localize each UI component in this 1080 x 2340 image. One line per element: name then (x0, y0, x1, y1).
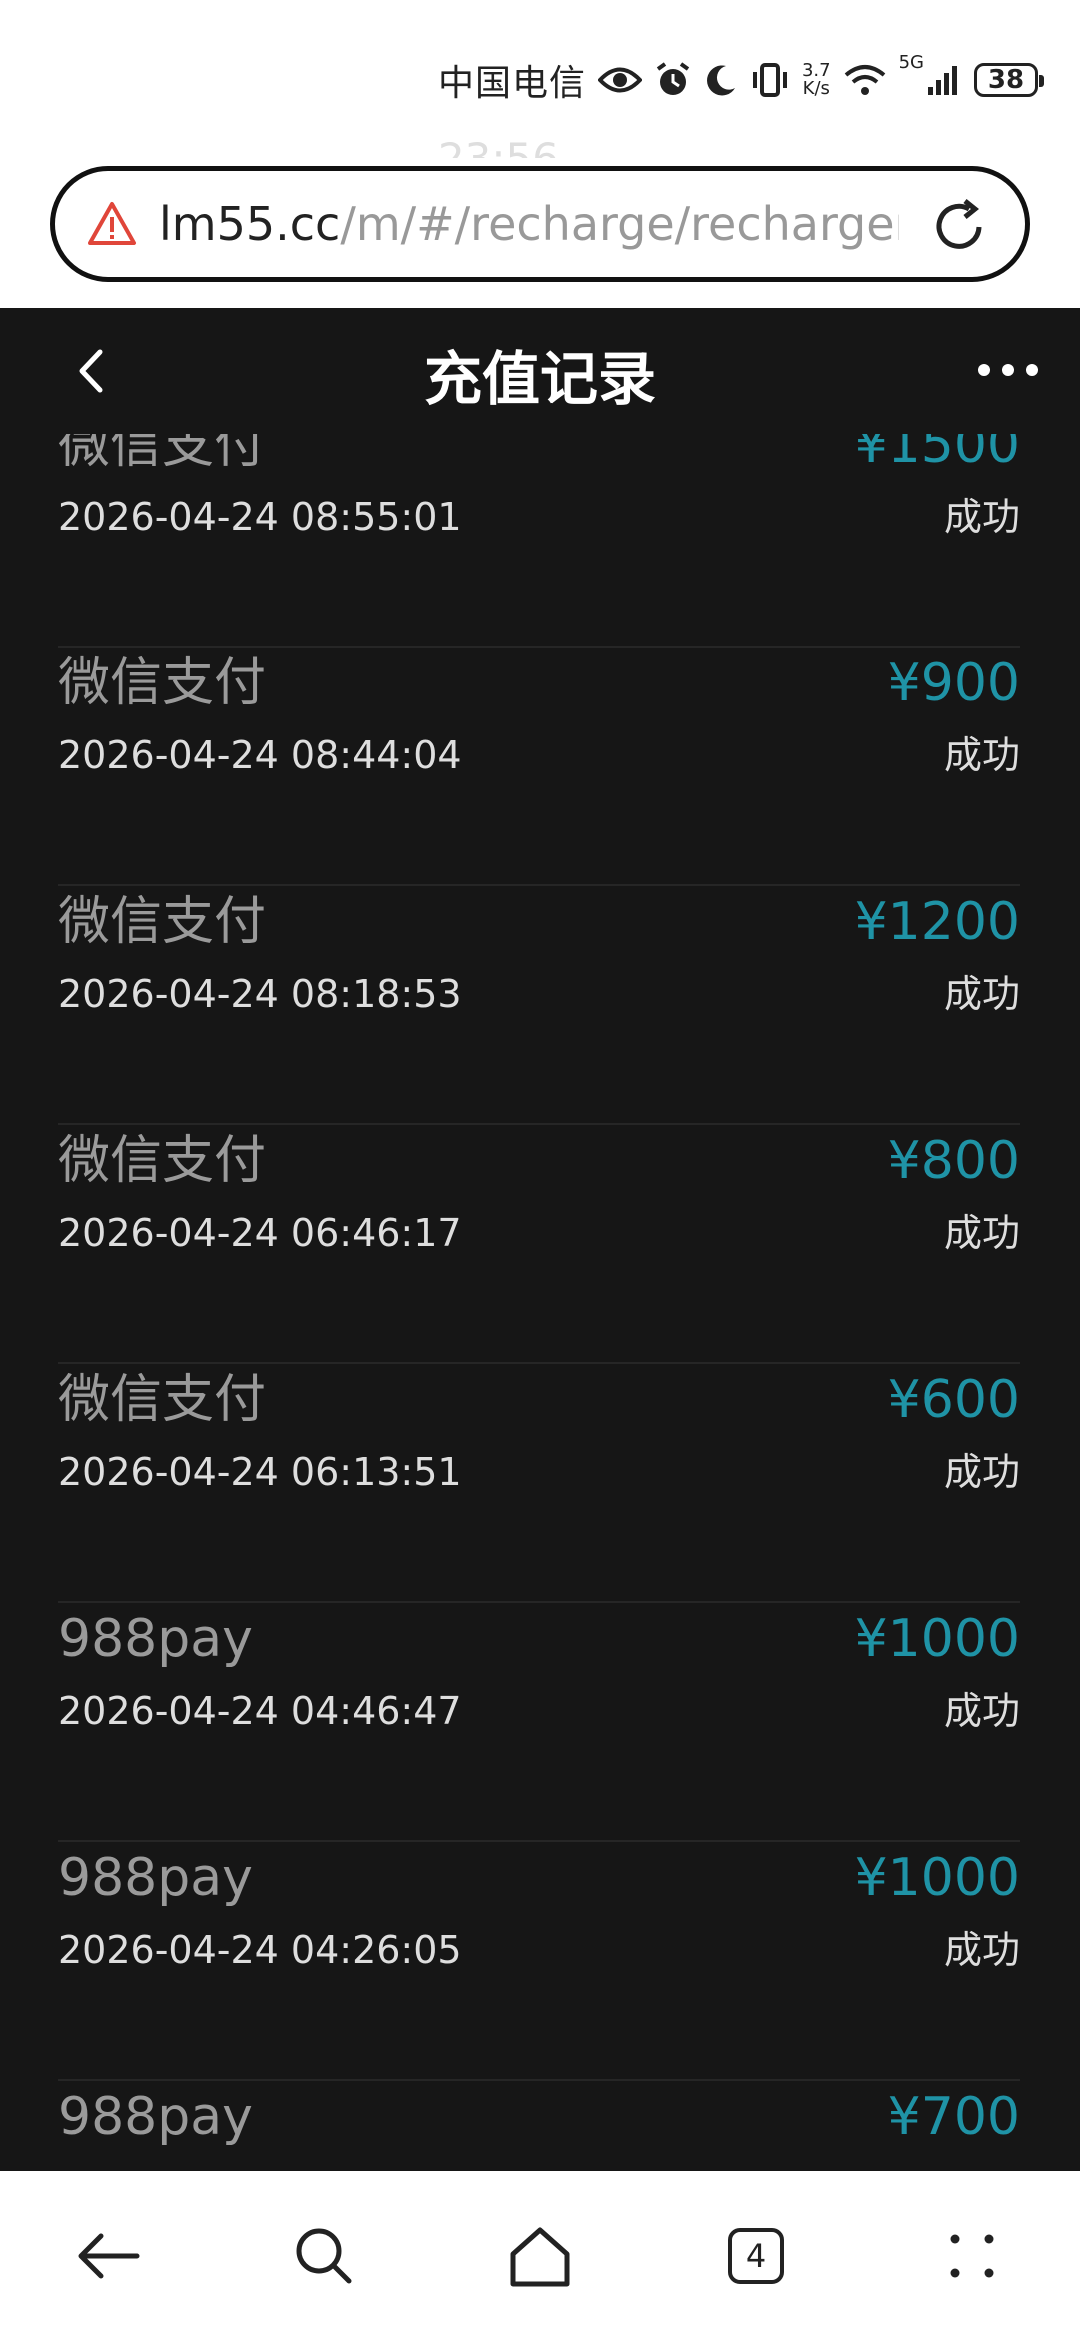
record-amount: ¥800 (887, 1131, 1020, 1191)
warning-icon[interactable] (87, 199, 137, 249)
eye-icon (597, 67, 642, 93)
browser-bottom-bar: 4 (0, 2171, 1080, 2340)
network-label: 5G (898, 52, 924, 73)
payment-method: 988pay (58, 1848, 253, 1908)
record-status: 成功 (943, 1689, 1020, 1733)
vibrate-icon (752, 63, 787, 97)
record-time: 2026-04-24 06:13:51 (58, 1450, 462, 1494)
wifi-icon (844, 65, 885, 95)
record-amount: ¥900 (887, 653, 1020, 713)
address-bar[interactable]: lm55.cc/m/#/recharge/rechargere (50, 166, 1030, 282)
record-amount: ¥700 (887, 2087, 1020, 2147)
record-row[interactable]: 微信支付 2026-04-24 06:13:51 ¥600 成功 (58, 1365, 1020, 1603)
record-time: 2026-04-24 08:55:01 (58, 495, 462, 539)
menu-button[interactable] (937, 2221, 1007, 2291)
more-icon[interactable] (976, 360, 1040, 380)
record-status: 成功 (943, 1211, 1020, 1255)
arrow-left-icon (78, 2233, 140, 2278)
signal-icon (928, 66, 957, 95)
payment-method: 988pay (58, 2087, 253, 2147)
browser-toolbar: lm55.cc/m/#/recharge/rechargere (0, 158, 1080, 308)
record-status: 成功 (943, 1450, 1020, 1494)
url-host: lm55.cc (159, 197, 341, 251)
record-time: 2026-04-24 04:26:05 (58, 1928, 462, 1972)
record-row[interactable]: 988pay 2026-04-24 04:26:05 ¥1000 成功 (58, 1843, 1020, 2081)
tabs-button[interactable]: 4 (721, 2221, 791, 2291)
status-indicators: 中国电信 23:56 3.7 K/s 5G (437, 52, 1044, 183)
search-icon (296, 2228, 352, 2283)
recharge-records-page: 充值记录 微信支付 2026-04-24 08:55:01 ¥1500 成功 微… (0, 308, 1080, 2171)
status-bar: 中国电信 23:56 3.7 K/s 5G (0, 0, 1080, 183)
record-time: 2026-04-24 08:18:53 (58, 972, 462, 1016)
record-row[interactable]: 微信支付 2026-04-24 08:18:53 ¥1200 成功 (58, 887, 1020, 1125)
reload-icon[interactable] (929, 197, 989, 257)
record-status: 成功 (943, 495, 1020, 539)
record-time: 2026-04-24 06:46:17 (58, 1211, 462, 1255)
net-speed-unit: K/s (802, 78, 830, 99)
nav-back-button[interactable] (73, 2221, 143, 2291)
payment-method: 988pay (58, 1609, 253, 1669)
carrier-label: 中国电信 (437, 63, 586, 104)
record-amount: ¥1000 (854, 1848, 1020, 1908)
url-path: /m/#/recharge/rechargere (340, 197, 899, 251)
record-amount: ¥1200 (854, 892, 1020, 952)
home-button[interactable] (505, 2221, 575, 2291)
moon-icon (706, 65, 735, 96)
payment-method: 微信支付 (58, 892, 267, 952)
alarm-icon (656, 62, 690, 95)
record-row[interactable]: 988pay ¥700 (58, 2082, 1020, 2171)
page-title: 充值记录 (423, 345, 656, 413)
record-row[interactable]: 微信支付 2026-04-24 08:44:04 ¥900 成功 (58, 648, 1020, 886)
net-speed: 3.7 K/s (802, 62, 831, 98)
record-time: 2026-04-24 04:46:47 (58, 1689, 462, 1733)
record-status: 成功 (943, 733, 1020, 777)
record-row[interactable]: 微信支付 2026-04-24 08:55:01 ¥1500 成功 (58, 410, 1020, 648)
menu-dots-icon (950, 2234, 994, 2277)
record-time: 2026-04-24 08:44:04 (58, 733, 462, 777)
payment-method: 微信支付 (58, 1131, 267, 1191)
payment-method: 微信支付 (58, 1370, 267, 1430)
record-amount: ¥1000 (854, 1609, 1020, 1669)
record-row[interactable]: 988pay 2026-04-24 04:46:47 ¥1000 成功 (58, 1604, 1020, 1842)
search-button[interactable] (289, 2221, 359, 2291)
record-status: 成功 (943, 1928, 1020, 1972)
nav-bar: 充值记录 (0, 308, 1080, 434)
record-status: 成功 (943, 972, 1020, 1016)
payment-method: 微信支付 (58, 653, 267, 713)
tab-count-icon: 4 (728, 2227, 784, 2284)
url-text[interactable]: lm55.cc/m/#/recharge/rechargere (159, 197, 899, 251)
battery-indicator: 38 (974, 63, 1044, 97)
record-amount: ¥600 (887, 1370, 1020, 1430)
home-icon (510, 2227, 570, 2286)
record-row[interactable]: 微信支付 2026-04-24 06:46:17 ¥800 成功 (58, 1126, 1020, 1364)
